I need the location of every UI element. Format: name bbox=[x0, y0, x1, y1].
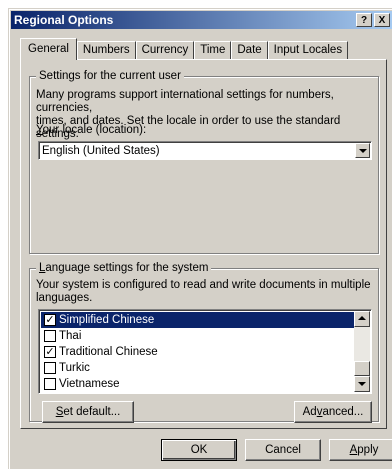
list-item-label: Traditional Chinese bbox=[59, 346, 158, 358]
arrow-up-icon bbox=[358, 316, 366, 320]
tab-time[interactable]: Time bbox=[194, 41, 232, 60]
scroll-thumb[interactable] bbox=[354, 361, 370, 376]
checkbox-vietnamese[interactable] bbox=[44, 378, 56, 390]
list-item-traditional-chinese[interactable]: ✓ Traditional Chinese bbox=[41, 344, 354, 360]
list-item-thai[interactable]: Thai bbox=[41, 328, 354, 344]
arrow-down-icon bbox=[358, 382, 366, 386]
advanced-post: anced... bbox=[322, 406, 364, 418]
set-default-rest: et default... bbox=[63, 406, 121, 418]
general-tab-panel: Settings for the current user Many progr… bbox=[20, 59, 387, 429]
list-item-label: Thai bbox=[59, 330, 82, 342]
checkbox-traditional-chinese[interactable]: ✓ bbox=[44, 346, 56, 358]
current-user-groupbox: Settings for the current user Many progr… bbox=[29, 69, 379, 254]
tab-input-locales[interactable]: Input Locales bbox=[267, 41, 349, 60]
tab-general[interactable]: General bbox=[20, 38, 77, 60]
scroll-down-button[interactable] bbox=[354, 376, 370, 392]
locale-label-accel: Y bbox=[36, 124, 43, 136]
locale-label: Your locale (location): bbox=[36, 124, 146, 137]
tab-strip: General Numbers Currency Time Date Input… bbox=[20, 38, 349, 60]
help-button[interactable]: ? bbox=[356, 13, 372, 27]
language-settings-label-rest: anguage settings for the system bbox=[45, 262, 209, 274]
title-bar[interactable]: Regional Options ? X bbox=[11, 11, 392, 29]
list-item-turkic[interactable]: Turkic bbox=[41, 360, 354, 376]
advanced-button[interactable]: Advanced... bbox=[294, 401, 372, 423]
list-item-vietnamese[interactable]: Vietnamese bbox=[41, 376, 354, 392]
scroll-up-button[interactable] bbox=[354, 311, 370, 327]
checkbox-thai[interactable] bbox=[44, 330, 56, 342]
list-item-label: Turkic bbox=[59, 362, 90, 374]
chevron-down-icon bbox=[359, 149, 367, 153]
list-item-label: Simplified Chinese bbox=[59, 314, 155, 326]
tab-numbers[interactable]: Numbers bbox=[76, 41, 136, 60]
window-title: Regional Options bbox=[14, 13, 114, 27]
set-default-button[interactable]: Set default... bbox=[42, 401, 134, 423]
advanced-pre: Ad bbox=[302, 406, 317, 418]
language-settings-description-line1: Your system is configured to read and wr… bbox=[36, 279, 371, 291]
locale-value: English (United States) bbox=[42, 145, 160, 157]
language-settings-description: Your system is configured to read and wr… bbox=[36, 279, 371, 305]
checkbox-simplified-chinese[interactable]: ✓ bbox=[44, 314, 56, 326]
apply-button[interactable]: Apply bbox=[329, 439, 392, 461]
language-list-scrollbar[interactable] bbox=[354, 311, 370, 392]
locale-dropdown[interactable]: English (United States) bbox=[38, 141, 372, 160]
regional-options-dialog: Regional Options ? X General Numbers Cur… bbox=[8, 8, 392, 469]
locale-label-rest: our locale (location): bbox=[42, 124, 147, 136]
list-item-label: Vietnamese bbox=[59, 378, 120, 390]
language-settings-description-line2: languages. bbox=[36, 292, 93, 304]
close-button[interactable]: X bbox=[374, 13, 390, 27]
cancel-button[interactable]: Cancel bbox=[245, 439, 321, 461]
apply-rest: pply bbox=[357, 444, 379, 456]
language-listbox[interactable]: ✓ Simplified Chinese Thai ✓ Traditional … bbox=[38, 309, 372, 394]
language-settings-group-label: Language settings for the system bbox=[36, 261, 212, 275]
tab-currency[interactable]: Currency bbox=[135, 41, 195, 60]
current-user-description-line1: Many programs support international sett… bbox=[36, 89, 334, 114]
tab-date[interactable]: Date bbox=[231, 41, 268, 60]
locale-dropdown-button[interactable] bbox=[355, 143, 370, 158]
ok-button[interactable]: OK bbox=[161, 439, 237, 461]
list-item-simplified-chinese[interactable]: ✓ Simplified Chinese bbox=[41, 312, 354, 328]
current-user-group-label: Settings for the current user bbox=[36, 69, 184, 83]
checkbox-turkic[interactable] bbox=[44, 362, 56, 374]
language-settings-groupbox: Language settings for the system Your sy… bbox=[29, 261, 379, 423]
